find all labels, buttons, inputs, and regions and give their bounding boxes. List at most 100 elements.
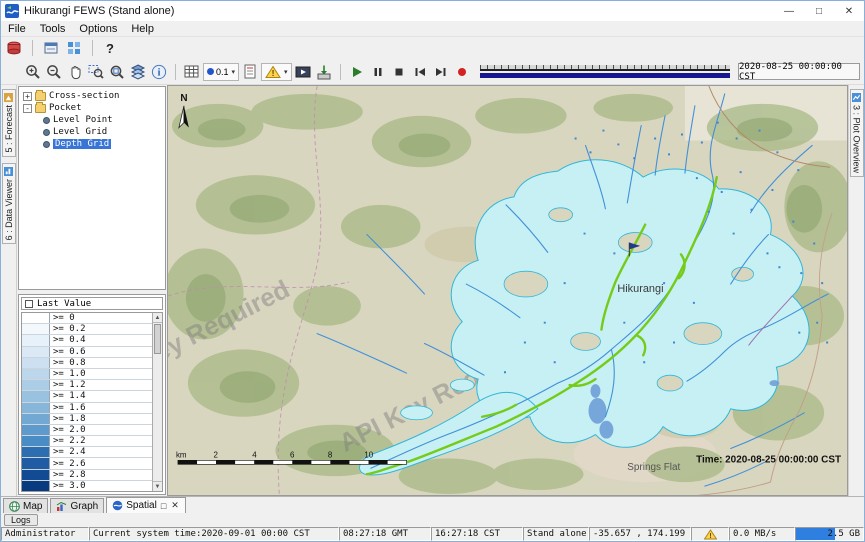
legend-swatch — [22, 358, 50, 368]
toolbar-separator — [175, 64, 176, 80]
svg-text:km: km — [176, 450, 187, 459]
tree-item-level-point[interactable]: Level Point — [19, 114, 165, 126]
step-back-button[interactable] — [410, 62, 430, 82]
logs-bar: Logs — [1, 513, 864, 527]
view-tab-bar: Map Graph Spatial □ ✕ — [1, 496, 864, 513]
legend-swatch — [22, 391, 50, 401]
layer-node-icon — [43, 129, 50, 136]
grid-table-icon[interactable] — [182, 62, 202, 82]
legend-panel: Last Value >= 0 >= 0.2 >= 0.4 >= 0.6 >= … — [18, 294, 166, 495]
scroll-down-icon[interactable]: ▼ — [153, 481, 162, 491]
minimize-icon[interactable]: — — [774, 1, 804, 21]
tree-item-depth-grid[interactable]: Depth Grid — [19, 138, 165, 150]
legend-swatch — [22, 369, 50, 379]
close-view-icon[interactable]: ✕ — [170, 500, 180, 511]
collapse-icon[interactable]: - — [23, 104, 32, 113]
scroll-up-icon[interactable]: ▲ — [153, 313, 162, 323]
export-icon[interactable] — [314, 62, 334, 82]
menu-tools[interactable]: Tools — [33, 23, 73, 35]
status-warning: ! — [691, 527, 729, 541]
logs-button[interactable]: Logs — [4, 514, 38, 526]
tree-item-pocket[interactable]: - Pocket — [19, 102, 165, 114]
map-canvas[interactable]: API Key Required API Key Required — [168, 86, 847, 495]
tab-spatial[interactable]: Spatial □ ✕ — [106, 497, 186, 513]
tab-plot-overview-label: 3 : Plot Overview — [852, 105, 862, 173]
folder-icon — [35, 92, 46, 101]
legend-entry: >= 2.4 — [22, 447, 152, 458]
legend-swatch — [22, 324, 50, 334]
animation-window-icon[interactable] — [293, 62, 313, 82]
step-forward-button[interactable] — [431, 62, 451, 82]
toolbar-separator — [340, 64, 341, 80]
svg-text:!: ! — [272, 68, 275, 78]
tab-map-label: Map — [23, 501, 42, 512]
info-icon[interactable]: i — [149, 62, 169, 82]
zoom-out-icon[interactable] — [44, 62, 64, 82]
svg-text:10: 10 — [364, 450, 373, 459]
legend-entry: >= 2.6 — [22, 458, 152, 469]
menu-file[interactable]: File — [1, 23, 33, 35]
map-view[interactable]: API Key Required API Key Required — [167, 85, 848, 496]
legend-title: Last Value — [37, 299, 91, 309]
display-window-icon[interactable] — [41, 38, 61, 58]
zoom-in-icon[interactable] — [23, 62, 43, 82]
app-window: Hikurangi FEWS (Stand alone) — □ ✕ File … — [0, 0, 865, 542]
maximize-icon[interactable]: □ — [804, 1, 834, 21]
stop-button[interactable] — [389, 62, 409, 82]
status-bar: Administrator Current system time:2020-0… — [1, 527, 864, 541]
contour-interval-dropdown[interactable]: 0.1 ▾ — [203, 63, 239, 81]
legend-swatch — [22, 335, 50, 345]
spatial-display-icon[interactable] — [64, 38, 84, 58]
profile-document-icon[interactable] — [240, 62, 260, 82]
tab-graph-label: Graph — [70, 501, 98, 512]
tab-data-viewer-label: 6 : Data Viewer — [4, 179, 14, 240]
svg-text:2: 2 — [214, 450, 218, 459]
tab-map[interactable]: Map — [3, 498, 48, 513]
tab-forecast[interactable]: 5 : Forecast — [2, 89, 16, 157]
maximize-view-icon[interactable]: □ — [160, 501, 167, 511]
pan-icon[interactable] — [65, 62, 85, 82]
legend-entry: >= 1.0 — [22, 369, 152, 380]
expand-icon[interactable]: + — [23, 92, 32, 101]
tab-graph[interactable]: Graph — [50, 498, 104, 513]
status-coordinates: -35.657 , 174.199 — [589, 527, 691, 541]
map-time-label: Time: 2020-08-25 00:00:00 CST — [696, 454, 841, 465]
zoom-extent-icon[interactable] — [107, 62, 127, 82]
chevron-down-icon: ▾ — [232, 68, 236, 76]
status-system-time: Current system time:2020-09-01 00:00 CST — [89, 527, 339, 541]
folder-icon — [35, 104, 46, 113]
legend-swatch — [22, 414, 50, 424]
tree-item-level-grid[interactable]: Level Grid — [19, 126, 165, 138]
database-icon[interactable] — [4, 38, 24, 58]
svg-text:4: 4 — [252, 450, 257, 459]
legend-header: Last Value — [21, 297, 163, 310]
time-slider[interactable] — [480, 63, 730, 80]
zoom-region-icon[interactable] — [86, 62, 106, 82]
last-value-checkbox[interactable] — [25, 300, 33, 308]
legend-entry: >= 2.2 — [22, 436, 152, 447]
layers-icon[interactable] — [128, 62, 148, 82]
map-label-springs-flat: Springs Flat — [627, 462, 680, 473]
menu-help[interactable]: Help — [124, 23, 161, 35]
legend-swatch — [22, 425, 50, 435]
layer-node-icon — [43, 117, 50, 124]
svg-text:i: i — [158, 67, 161, 78]
close-icon[interactable]: ✕ — [834, 1, 864, 21]
left-tab-strip: 5 : Forecast 6 : Data Viewer — [1, 85, 17, 496]
tree-item-cross-section[interactable]: + Cross-section — [19, 90, 165, 102]
pause-button[interactable] — [368, 62, 388, 82]
toolbar-separator — [92, 40, 93, 56]
menu-options[interactable]: Options — [72, 23, 124, 35]
tab-plot-overview[interactable]: 3 : Plot Overview — [850, 89, 864, 177]
tab-forecast-label: 5 : Forecast — [4, 105, 14, 153]
record-button[interactable] — [452, 62, 472, 82]
legend-entry: >= 3.0 — [22, 481, 152, 491]
tab-data-viewer[interactable]: 6 : Data Viewer — [2, 163, 16, 244]
legend-swatch — [22, 380, 50, 390]
threshold-warning-dropdown[interactable]: ! ▾ — [261, 63, 292, 81]
legend-scrollbar[interactable]: ▲ ▼ — [152, 313, 162, 491]
status-gmt-time: 08:27:18 GMT — [339, 527, 431, 541]
scrollbar-thumb[interactable] — [154, 324, 161, 354]
help-button[interactable]: ? — [101, 38, 119, 58]
play-button[interactable] — [347, 62, 367, 82]
